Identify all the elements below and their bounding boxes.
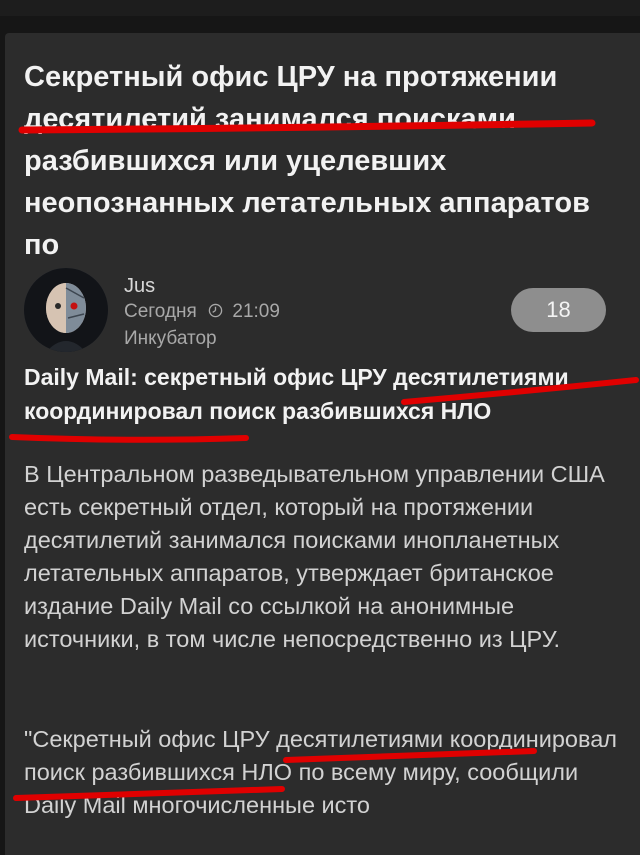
author-name[interactable]: Jus	[124, 274, 155, 298]
top-bar	[0, 0, 640, 16]
post-meta: Сегодня 21:09	[124, 300, 280, 324]
clock-icon	[208, 303, 223, 318]
author-avatar[interactable]	[24, 268, 108, 352]
article-paragraph: В Центральном разведывательном управлени…	[24, 461, 605, 652]
post-date: Сегодня	[124, 301, 197, 322]
post-title[interactable]: Секретный офис ЦРУ на протяжении десятил…	[24, 56, 624, 266]
community-link[interactable]: Инкубатор	[124, 327, 217, 351]
article-paragraph: "Секретный офис ЦРУ десятилетиями коорди…	[24, 726, 617, 818]
rating-badge[interactable]: 18	[511, 288, 606, 332]
article-subtitle: Daily Mail: секретный офис ЦРУ десятилет…	[24, 364, 569, 424]
screen: Секретный офис ЦРУ на протяжении десятил…	[0, 0, 640, 855]
post-time: 21:09	[232, 301, 280, 322]
cyborg-avatar-icon	[24, 268, 108, 352]
